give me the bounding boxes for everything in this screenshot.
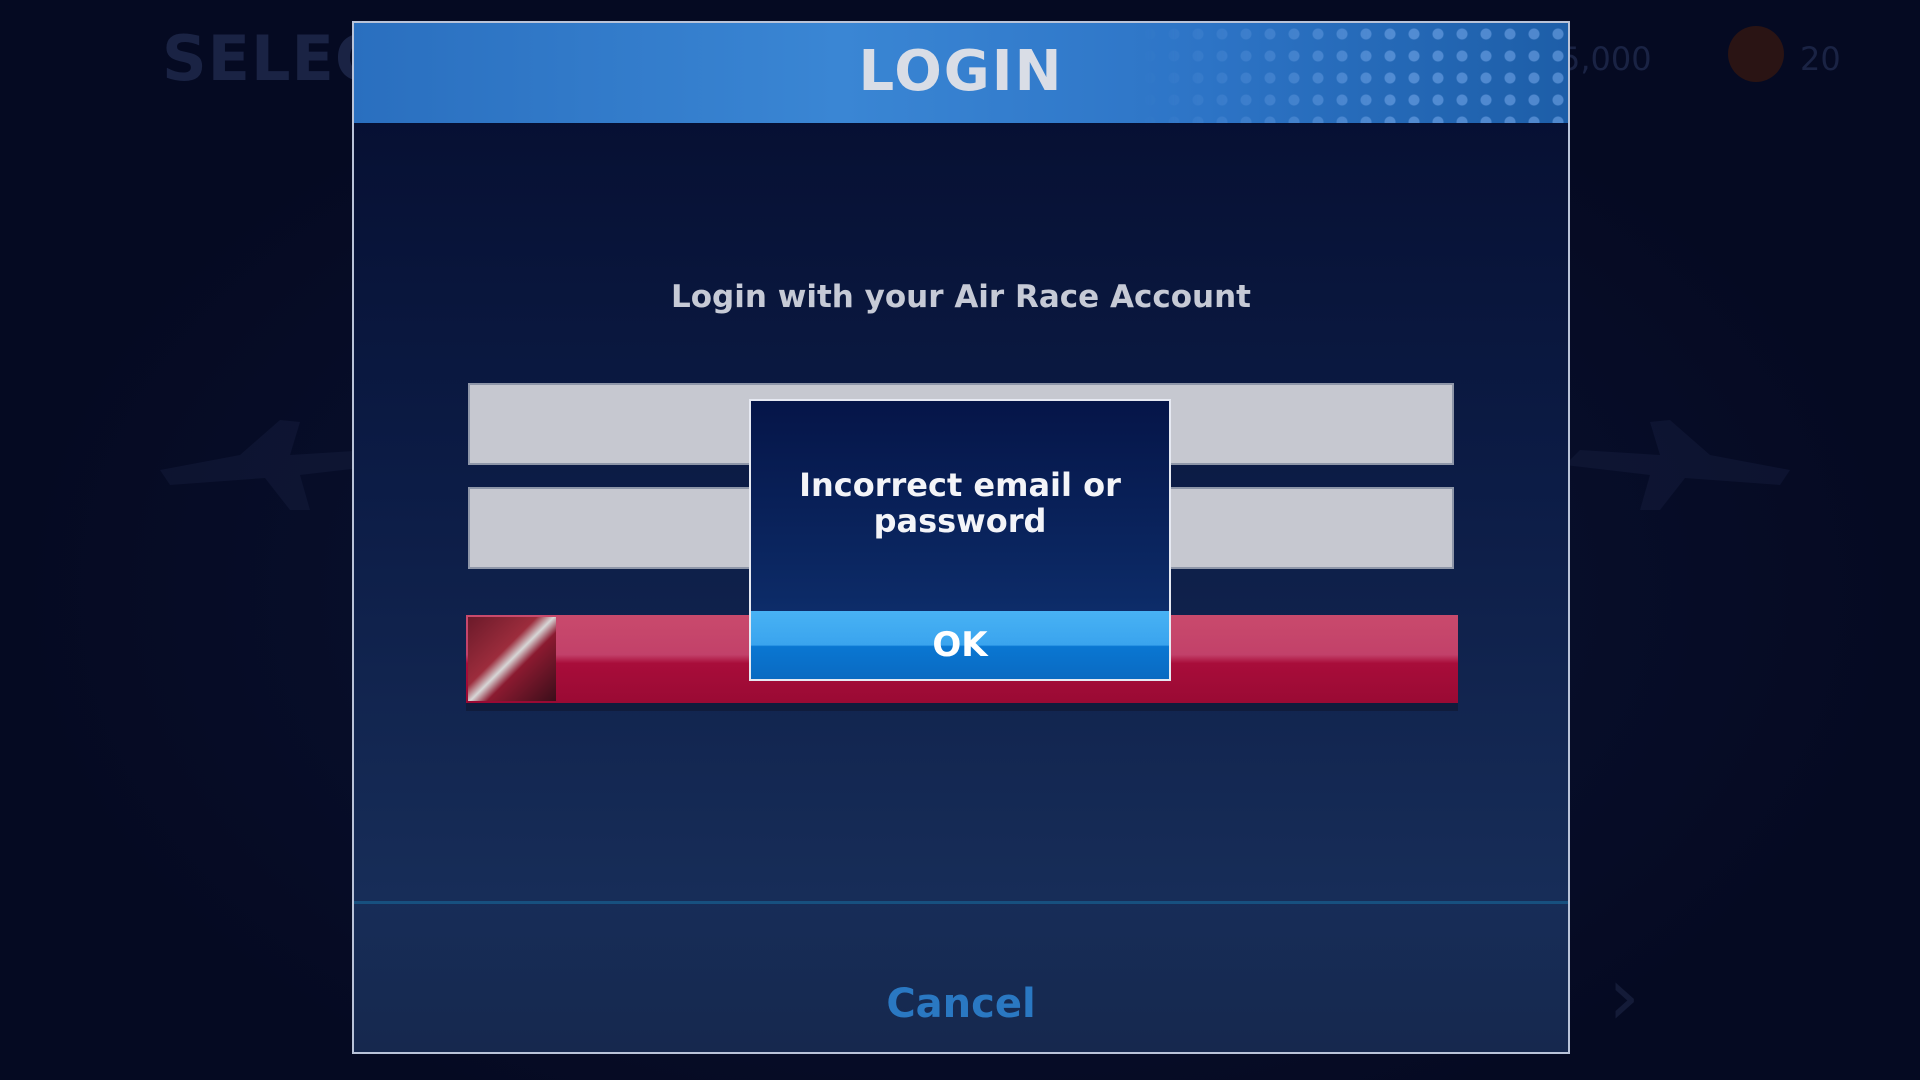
redbull-plane-icon [468,617,556,701]
login-subtitle: Login with your Air Race Account [670,279,1251,315]
background-title: SELEC [162,22,382,95]
ok-button[interactable]: OK [751,611,1169,679]
cancel-button[interactable]: Cancel [354,981,1568,1027]
error-message: Incorrect email or password [799,466,1121,540]
error-dialog: Incorrect email or password OK [749,399,1171,681]
background-level: 20 [1800,40,1841,78]
page-title: LOGIN [858,39,1064,104]
panel-header: LOGIN [354,23,1568,123]
plane-silhouette-icon [1565,420,1790,510]
background-currency: 5,000 [1560,40,1652,78]
next-arrow-icon: › [1608,950,1640,1043]
footer-divider [354,901,1568,904]
coin-icon [1728,26,1784,82]
